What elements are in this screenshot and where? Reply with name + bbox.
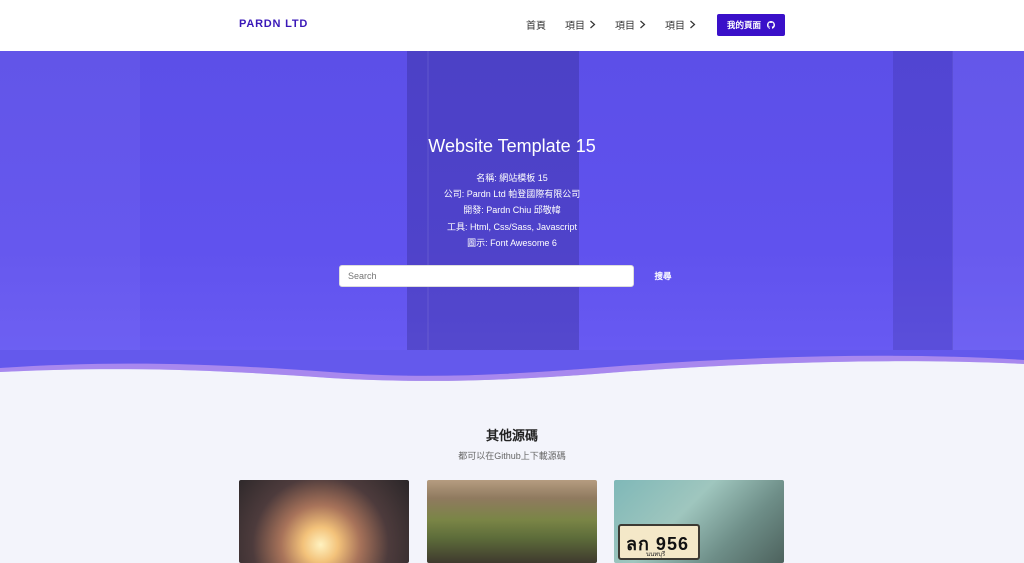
github-icon (767, 21, 775, 29)
site-header: PARDN LTD 首頁 項目 項目 項目 我的頁面 (0, 0, 1024, 51)
info-name: 名稱: 網站模板 15 (476, 173, 548, 183)
nav-item-home[interactable]: 首頁 (526, 17, 546, 32)
chevron-right-icon (590, 20, 596, 29)
section-subtitle: 都可以在Github上下載源碼 (458, 451, 566, 461)
my-page-button[interactable]: 我的頁面 (717, 14, 785, 36)
nav-item-label: 項目 (565, 21, 585, 32)
info-developer: 開發: Pardn Chiu 邱敬幃 (463, 205, 561, 216)
project-card[interactable] (427, 480, 597, 563)
nav-item-label: 首頁 (526, 21, 546, 32)
nav-item-projects-3[interactable]: 項目 (665, 17, 696, 32)
hero-info: 名稱: 網站模板 15 公司: Pardn Ltd 帕登國際有限公司 開發: P… (0, 170, 1024, 251)
chevron-right-icon (640, 20, 646, 29)
search-input[interactable] (339, 265, 634, 287)
nav-item-label: 項目 (665, 21, 685, 32)
main-nav: 首頁 項目 項目 項目 (526, 17, 715, 32)
site-logo[interactable]: PARDN LTD (239, 18, 308, 30)
plate-province: นนทบุรี (646, 552, 666, 558)
info-icons: 圖示: Font Awesome 6 (467, 237, 557, 248)
nav-item-label: 項目 (615, 21, 635, 32)
section-title: 其他源碼 (485, 428, 538, 443)
info-tools: 工具: Html, Css/Sass, Javascript (446, 221, 578, 232)
hero-wave-divider (0, 350, 1024, 390)
my-page-label: 我的頁面 (726, 20, 761, 30)
chevron-right-icon (690, 20, 696, 29)
nav-item-projects-1[interactable]: 項目 (565, 17, 596, 32)
hero-title: Website Template 15 (428, 136, 596, 156)
sunset-forest-image (239, 480, 409, 563)
info-company: 公司: Pardn Ltd 帕登國際有限公司 (443, 189, 581, 200)
mossy-log-image (427, 480, 597, 563)
license-plate-image: ลก 956 นนทบุรี (618, 524, 700, 560)
project-card[interactable]: ลก 956 นนทบุรี (614, 480, 784, 563)
search-button[interactable]: 搜尋 (646, 270, 680, 282)
project-card[interactable] (239, 480, 409, 563)
nav-item-projects-2[interactable]: 項目 (615, 17, 646, 32)
